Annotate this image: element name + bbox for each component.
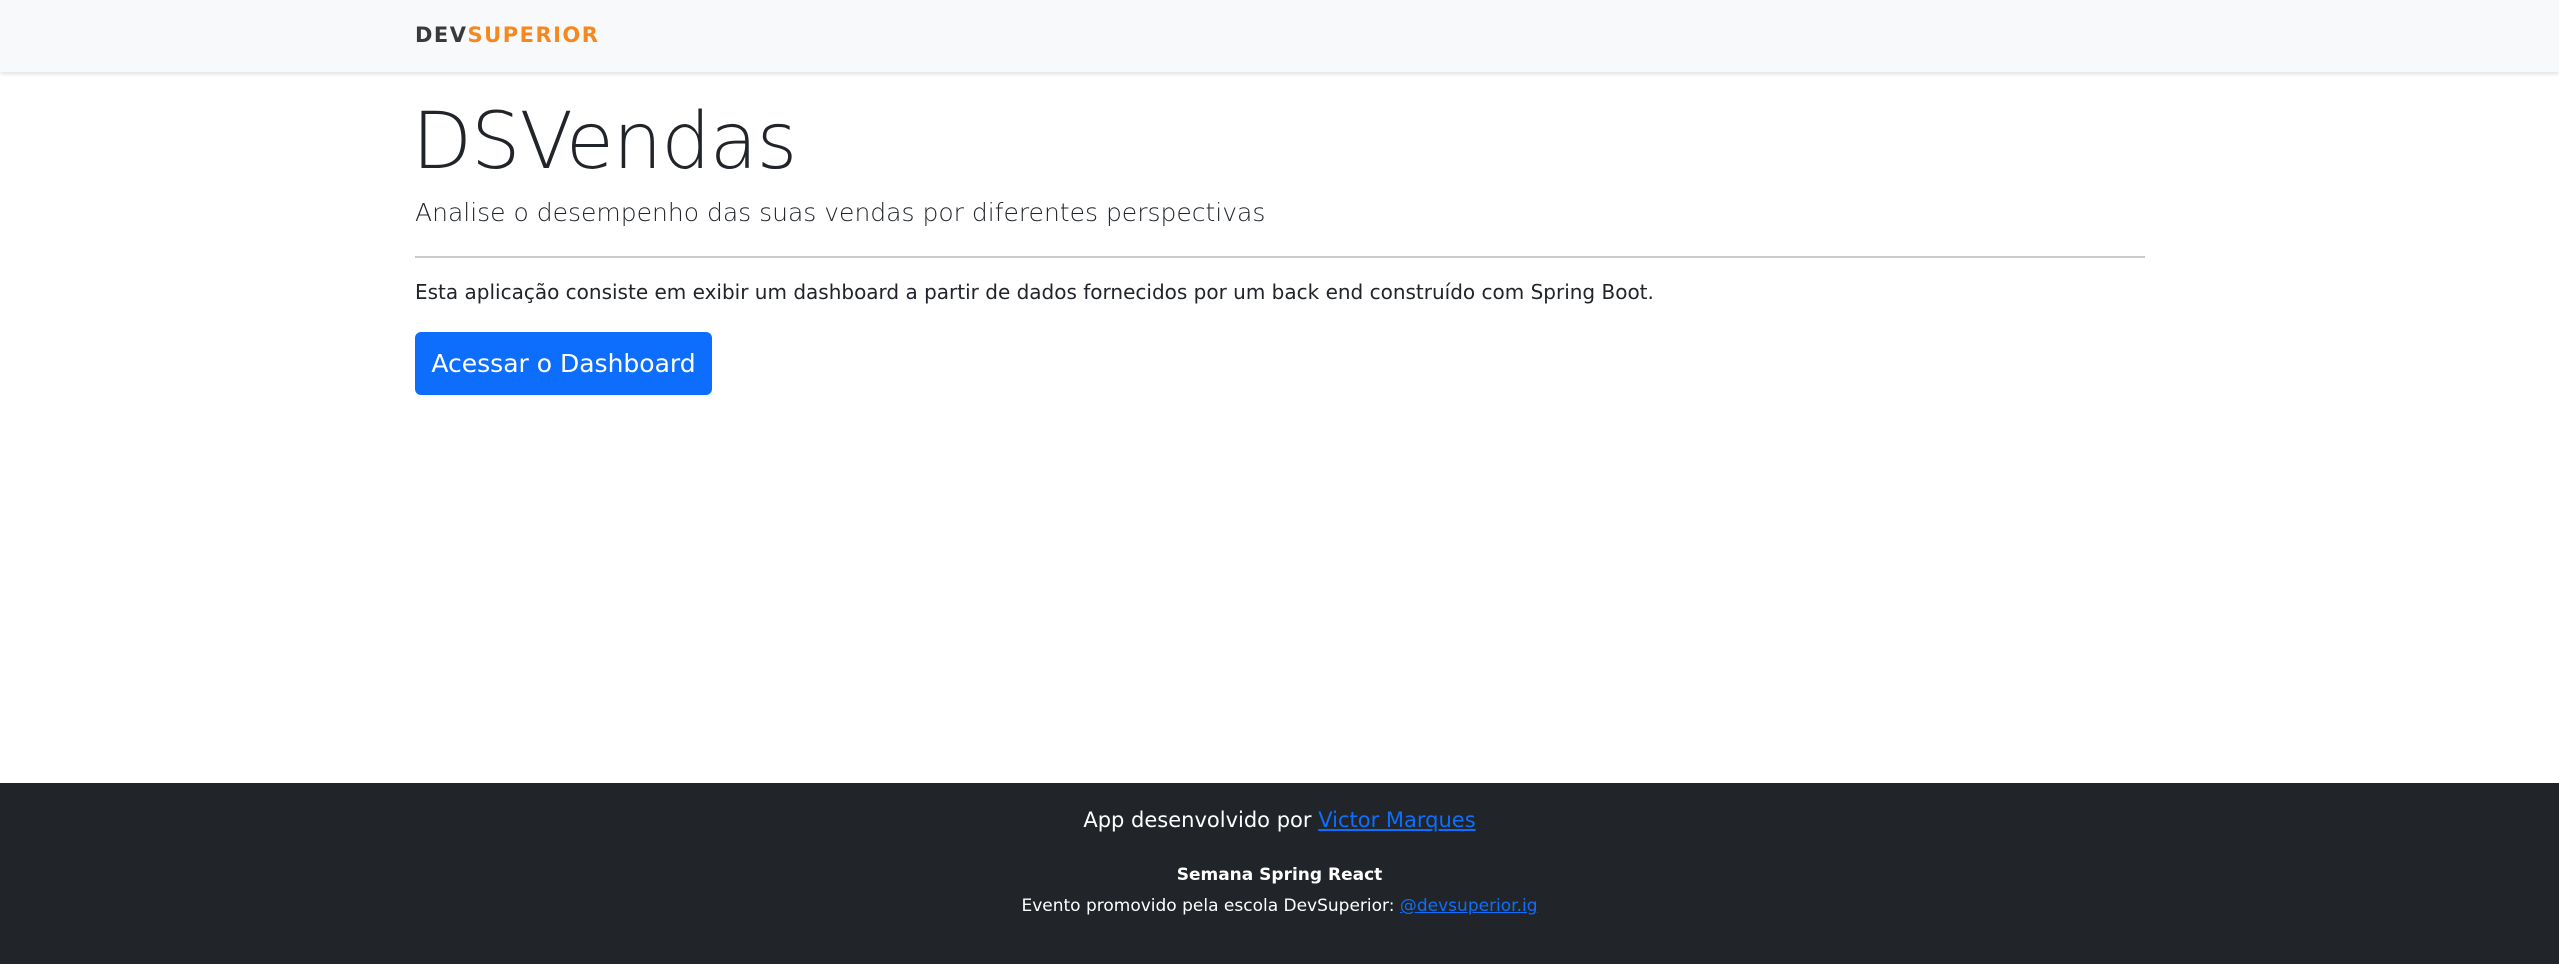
divider xyxy=(415,256,2145,258)
instagram-link[interactable]: @devsuperior.ig xyxy=(1400,896,1538,916)
page-description: Esta aplicação consiste em exibir um das… xyxy=(415,280,1654,304)
access-dashboard-button[interactable]: Acessar o Dashboard xyxy=(415,332,712,395)
developed-by-text: App desenvolvido por xyxy=(1083,808,1319,832)
developer-link[interactable]: Victor Marques xyxy=(1318,808,1475,832)
devsuperior-logo[interactable]: DEVSUPERIOR xyxy=(415,23,599,47)
event-name: Semana Spring React xyxy=(1176,865,1383,885)
logo-superior-text: SUPERIOR xyxy=(467,23,600,47)
page-subtitle: Analise o desempenho das suas vendas por… xyxy=(415,198,1266,227)
promoted-by-text: Evento promovido pela escola DevSuperior… xyxy=(1021,896,1400,916)
developed-by-line: App desenvolvido por Victor Marques xyxy=(0,805,2559,835)
footer: App desenvolvido por Victor Marques Sema… xyxy=(0,783,2559,964)
logo-dev-text: DEV xyxy=(415,23,468,47)
top-navbar: DEVSUPERIOR xyxy=(0,0,2559,72)
page-title: DSVendas xyxy=(412,97,797,187)
promoted-by-line: Evento promovido pela escola DevSuperior… xyxy=(0,894,2559,918)
